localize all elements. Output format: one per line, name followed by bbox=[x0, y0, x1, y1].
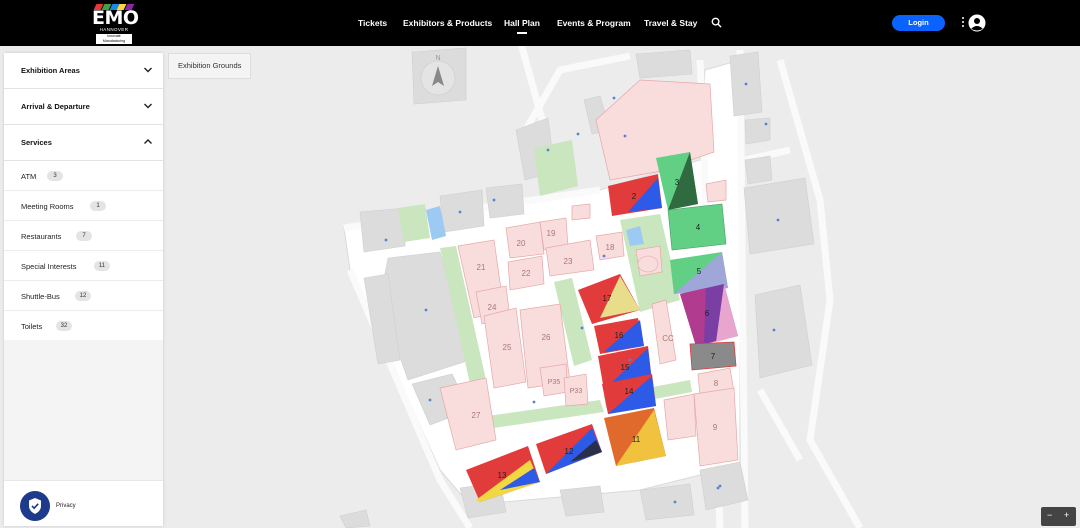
section-label: Arrival & Departure bbox=[21, 102, 90, 111]
shield-check-icon bbox=[29, 498, 41, 514]
service-label: Toilets bbox=[21, 322, 43, 331]
login-button[interactable]: Login bbox=[892, 15, 945, 31]
hall-label-24: 24 bbox=[488, 303, 497, 312]
hall-label-23: 23 bbox=[564, 257, 573, 266]
zoom-in-button[interactable]: + bbox=[1064, 510, 1069, 520]
nav-events-program[interactable]: Events & Program bbox=[557, 18, 631, 28]
nav-hall-plan[interactable]: Hall Plan bbox=[504, 18, 540, 28]
hall-label-18: 18 bbox=[606, 243, 615, 252]
hall-label-21: 21 bbox=[477, 263, 486, 272]
hall-label-11: 11 bbox=[632, 435, 641, 444]
compass-north-label: N bbox=[435, 55, 440, 62]
label-cc: CC bbox=[662, 334, 674, 343]
hall-label-14: 14 bbox=[625, 387, 634, 396]
count-badge: 32 bbox=[56, 321, 72, 331]
zoom-out-button[interactable]: − bbox=[1047, 510, 1052, 520]
service-label: Special Interests bbox=[21, 262, 77, 271]
section-arrival-departure[interactable]: Arrival & Departure bbox=[4, 89, 163, 125]
service-item-toilets[interactable]: Toilets 32 bbox=[4, 311, 163, 341]
service-label: Restaurants bbox=[21, 232, 62, 241]
hall-label-2: 2 bbox=[632, 192, 637, 201]
nav-exhibitors-products[interactable]: Exhibitors & Products bbox=[403, 18, 492, 28]
emo-logo[interactable]: EMO HANNOVER Innovate Manufacturing bbox=[92, 4, 139, 44]
service-label: Shuttle-Bus bbox=[21, 292, 60, 301]
hall-label-19: 19 bbox=[547, 229, 556, 238]
service-label: Meeting Rooms bbox=[21, 202, 74, 211]
hall-label-12: 12 bbox=[565, 447, 574, 456]
service-item-atm[interactable]: ATM 3 bbox=[4, 161, 163, 191]
count-badge: 3 bbox=[47, 171, 63, 181]
service-item-meeting-rooms[interactable]: Meeting Rooms 1 bbox=[4, 191, 163, 221]
count-badge: 1 bbox=[90, 201, 106, 211]
logo-text: EMO bbox=[92, 7, 139, 29]
privacy-label: Privacy bbox=[56, 503, 76, 509]
sidebar-panel: Exhibition Areas Arrival & Departure Ser… bbox=[4, 53, 163, 526]
hall-label-4: 4 bbox=[696, 223, 701, 232]
hall-label-13: 13 bbox=[498, 471, 507, 480]
privacy-section: Privacy bbox=[4, 480, 163, 526]
service-label: ATM bbox=[21, 172, 37, 181]
hall-label-25: 25 bbox=[503, 343, 512, 352]
label-p35: P35 bbox=[548, 379, 561, 386]
section-exhibition-areas[interactable]: Exhibition Areas bbox=[4, 53, 163, 89]
count-badge: 11 bbox=[94, 261, 110, 271]
search-icon[interactable] bbox=[711, 17, 722, 28]
hall-label-9: 9 bbox=[713, 423, 718, 432]
label-p33: P33 bbox=[570, 388, 583, 395]
service-item-shuttle-bus[interactable]: Shuttle-Bus 12 bbox=[4, 281, 163, 311]
user-account-icon[interactable] bbox=[968, 14, 986, 32]
nav-tickets[interactable]: Tickets bbox=[358, 18, 387, 28]
round-building bbox=[637, 255, 659, 273]
hall-label-3: 3 bbox=[675, 178, 680, 187]
chevron-down-icon bbox=[144, 67, 152, 73]
breadcrumb[interactable]: Exhibition Grounds bbox=[168, 53, 252, 79]
sidebar-empty-area bbox=[4, 340, 163, 480]
section-services[interactable]: Services bbox=[4, 125, 163, 161]
nav-travel-stay[interactable]: Travel & Stay bbox=[644, 18, 697, 28]
compass-icon[interactable] bbox=[420, 60, 456, 96]
service-item-restaurants[interactable]: Restaurants 7 bbox=[4, 221, 163, 251]
hall-label-15: 15 bbox=[621, 363, 630, 372]
hall-label-6: 6 bbox=[705, 309, 710, 318]
section-label: Services bbox=[21, 138, 52, 147]
hall-label-16: 16 bbox=[615, 331, 624, 340]
section-label: Exhibition Areas bbox=[21, 66, 80, 75]
service-item-special-interests[interactable]: Special Interests 11 bbox=[4, 251, 163, 281]
hall-label-17: 17 bbox=[603, 294, 612, 303]
hall-label-8: 8 bbox=[714, 379, 719, 388]
count-badge: 7 bbox=[76, 231, 92, 241]
privacy-shield-button[interactable] bbox=[20, 491, 50, 521]
count-badge: 12 bbox=[75, 291, 91, 301]
hall-label-22: 22 bbox=[522, 269, 531, 278]
hall-label-7: 7 bbox=[711, 352, 716, 361]
logo-tagline: Innovate Manufacturing bbox=[96, 34, 132, 44]
logo-stripes bbox=[93, 4, 135, 10]
hall-label-26: 26 bbox=[542, 333, 551, 342]
zoom-controls: − + bbox=[1041, 507, 1076, 526]
hall-label-20: 20 bbox=[517, 239, 526, 248]
top-navigation-bar: EMO HANNOVER Innovate Manufacturing Tick… bbox=[0, 0, 1080, 46]
hall-label-5: 5 bbox=[697, 267, 702, 276]
more-menu-icon[interactable] bbox=[960, 15, 966, 31]
chevron-up-icon bbox=[144, 139, 152, 144]
hall-label-27: 27 bbox=[472, 411, 481, 420]
chevron-down-icon bbox=[144, 103, 152, 109]
